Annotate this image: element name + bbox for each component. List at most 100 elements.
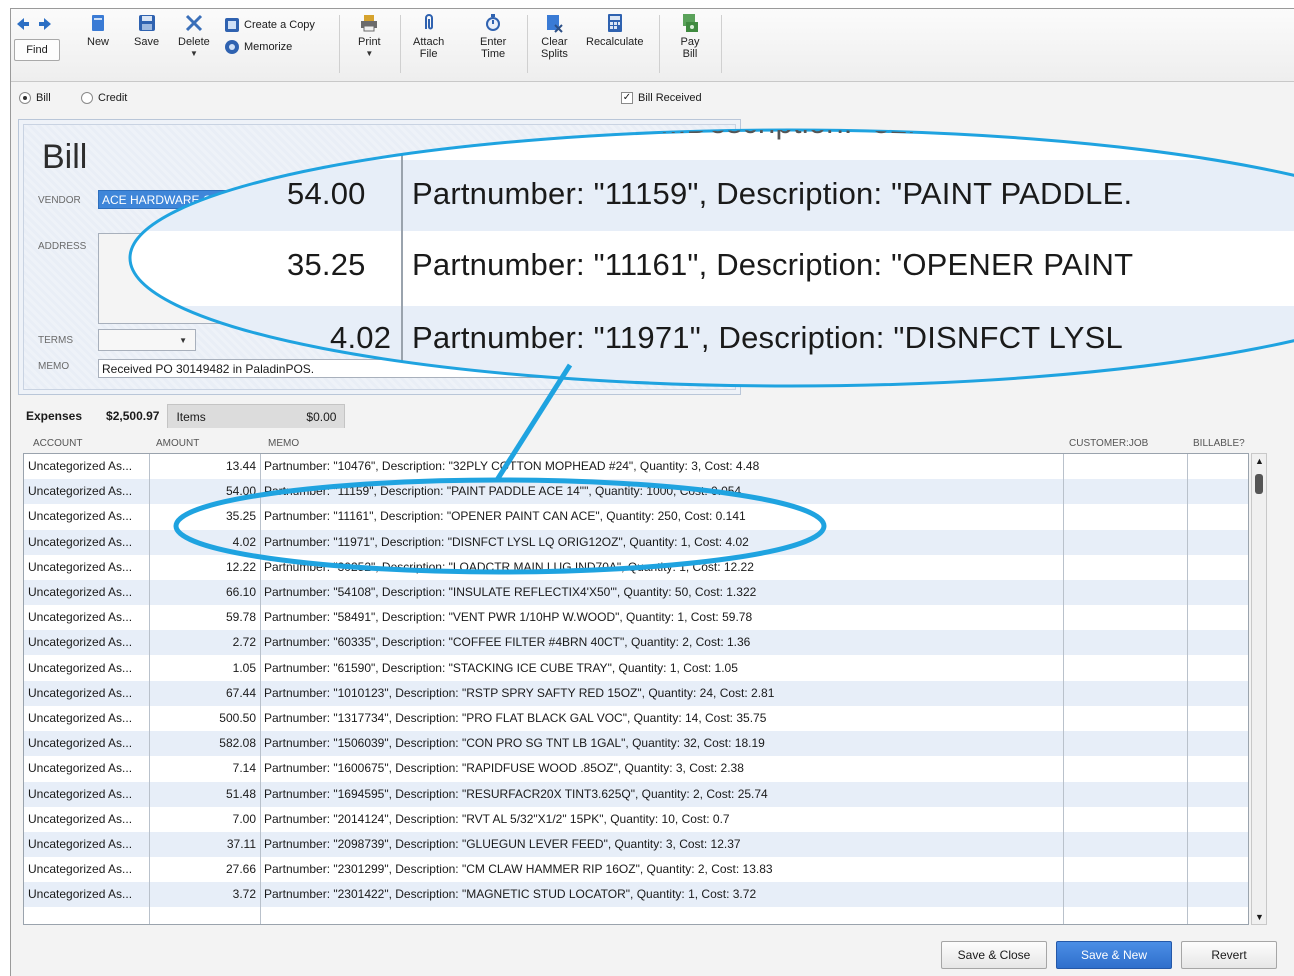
memo-cell[interactable]: Partnumber: "2014124", Description: "RVT… [264,807,1060,832]
memo-cell[interactable]: Partnumber: "2301422", Description: "MAG… [264,882,1060,907]
table-row[interactable]: Uncategorized As... 7.00 Partnumber: "2014… [24,807,1248,832]
amount-cell[interactable]: 67.44 [152,681,256,706]
amount-cell[interactable]: 1.05 [152,656,256,681]
table-row[interactable]: Uncategorized As... 3.72 Partnumber: "2301… [24,882,1248,908]
enter-time-button[interactable]: Enter Time [480,13,506,60]
amount-cell[interactable]: 500.50 [152,706,256,731]
table-row[interactable]: Uncategorized As... 4.02 Partnumber: "1197… [24,529,1248,555]
table-row[interactable]: Uncategorized As... 500.50 Partnumber: "13… [24,706,1248,731]
amount-cell[interactable]: 51.48 [152,782,256,807]
account-cell[interactable]: Uncategorized As... [28,807,146,832]
memo-cell[interactable]: Partnumber: "1317734", Description: "PRO… [264,706,1060,731]
table-row[interactable]: Uncategorized As... 582.08 Partnumber: "15… [24,731,1248,757]
pay-bill-button[interactable]: Pay Bill [680,13,700,60]
table-row[interactable]: Uncategorized As... 37.11 Partnumber: "209… [24,832,1248,857]
memo-cell[interactable]: Partnumber: "1600675", Description: "RAP… [264,756,1060,781]
account-cell[interactable]: Uncategorized As... [28,479,146,504]
table-row[interactable]: Uncategorized As... 12.22 Partnumber: "302… [24,555,1248,580]
memo-cell[interactable]: Partnumber: "1694595", Description: "RES… [264,782,1060,807]
scroll-up-icon[interactable]: ▲ [1255,456,1264,466]
account-cell[interactable]: Uncategorized As... [28,555,146,580]
delete-dropdown-icon[interactable]: ▼ [190,48,198,60]
account-cell[interactable]: Uncategorized As... [28,832,146,857]
attach-file-button[interactable]: Attach File [413,13,444,60]
bill-received-check-icon[interactable]: ✓ [621,92,633,104]
memo-cell[interactable]: Partnumber: "11159", Description: "PAINT… [264,479,1060,504]
tab-items[interactable]: Items $0.00 [167,404,346,428]
amount-cell[interactable]: 66.10 [152,580,256,605]
scroll-down-icon[interactable]: ▼ [1255,912,1264,922]
account-cell[interactable]: Uncategorized As... [28,857,146,882]
memo-cell[interactable]: Partnumber: "10476", Description: "32PLY… [264,454,1060,479]
table-row[interactable]: Uncategorized As... 67.44 Partnumber: "101… [24,680,1248,706]
bill-radio[interactable]: Bill [19,92,51,104]
amount-cell[interactable]: 59.78 [152,605,256,630]
address-field[interactable] [98,233,278,324]
memo-cell[interactable]: Partnumber: "2301299", Description: "CM … [264,857,1060,882]
amount-cell[interactable]: 3.72 [152,882,256,907]
delete-button[interactable]: Delete ▼ [178,13,210,60]
find-button[interactable]: Find [14,39,60,61]
memo-cell[interactable]: Partnumber: "30252", Description: "LOADC… [264,555,1060,580]
amount-cell[interactable]: 35.25 [152,504,256,529]
memo-cell[interactable]: Partnumber: "54108", Description: "INSUL… [264,580,1060,605]
table-row[interactable]: Uncategorized As... 2.72 Partnumber: "6033… [24,630,1248,656]
memo-cell[interactable]: Partnumber: "11971", Description: "DISNF… [264,530,1060,555]
account-cell[interactable]: Uncategorized As... [28,605,146,630]
table-row[interactable]: Uncategorized As... 27.66 Partnumber: "230… [24,857,1248,882]
amount-cell[interactable]: 582.08 [152,731,256,756]
credit-radio-button[interactable] [81,92,93,104]
table-row[interactable]: Uncategorized As... 35.25 Partnumber: "111… [24,504,1248,529]
memo-field[interactable]: Received PO 30149482 in PaladinPOS. [98,359,656,378]
amount-cell[interactable]: 4.02 [152,530,256,555]
grid-scrollbar[interactable]: ▲ ▼ [1251,453,1267,925]
table-row[interactable]: Uncategorized As... 13.44 Partnumber: "104… [24,454,1248,479]
memo-cell[interactable]: Partnumber: "60335", Description: "COFFE… [264,630,1060,655]
memo-cell[interactable]: Partnumber: "1506039", Description: "CON… [264,731,1060,756]
prev-next-arrows-icon[interactable] [17,17,57,31]
amount-cell[interactable]: 7.14 [152,756,256,781]
memo-cell[interactable]: Partnumber: "61590", Description: "STACK… [264,656,1060,681]
amount-cell[interactable]: 12.22 [152,555,256,580]
amount-cell[interactable]: 37.11 [152,832,256,857]
revert-button[interactable]: Revert [1181,941,1277,969]
account-cell[interactable]: Uncategorized As... [28,731,146,756]
account-cell[interactable]: Uncategorized As... [28,630,146,655]
amount-cell[interactable]: 27.66 [152,857,256,882]
new-button[interactable]: New [87,13,109,48]
amount-cell[interactable]: 7.00 [152,807,256,832]
account-cell[interactable]: Uncategorized As... [28,454,146,479]
table-row[interactable]: Uncategorized As... 7.14 Partnumber: "1600… [24,756,1248,781]
clear-splits-button[interactable]: Clear Splits [541,13,568,60]
recalculate-button[interactable]: Recalculate [586,13,643,48]
table-row[interactable]: Uncategorized As... 54.00 Partnumber: "111… [24,479,1248,505]
memorize-button[interactable]: Memorize [224,39,292,55]
scrollbar-thumb[interactable] [1255,474,1263,494]
account-cell[interactable]: Uncategorized As... [28,706,146,731]
print-button[interactable]: Print ▼ [358,13,381,60]
column-header-account[interactable]: ACCOUNT [33,438,82,449]
terms-dropdown[interactable]: ▼ [98,329,196,351]
save-new-button[interactable]: Save & New [1056,941,1172,969]
table-row[interactable]: Uncategorized As... 66.10 Partnumber: "541… [24,580,1248,605]
table-row[interactable]: Uncategorized As... 1.05 Partnumber: "6159… [24,656,1248,681]
account-cell[interactable]: Uncategorized As... [28,782,146,807]
amount-cell[interactable]: 13.44 [152,454,256,479]
bill-received-checkbox[interactable]: ✓ Bill Received [621,92,702,104]
memo-cell[interactable]: Partnumber: "11161", Description: "OPENE… [264,504,1060,529]
column-header-amount[interactable]: AMOUNT [156,438,199,449]
account-cell[interactable]: Uncategorized As... [28,681,146,706]
column-header-memo[interactable]: MEMO [268,438,299,449]
account-cell[interactable]: Uncategorized As... [28,656,146,681]
amount-cell[interactable]: 2.72 [152,630,256,655]
column-header-customer-job[interactable]: CUSTOMER:JOB [1069,438,1148,449]
credit-radio[interactable]: Credit [81,92,127,104]
account-cell[interactable]: Uncategorized As... [28,580,146,605]
table-row[interactable]: Uncategorized As... 51.48 Partnumber: "169… [24,781,1248,807]
amount-cell[interactable]: 54.00 [152,479,256,504]
column-header-billable[interactable]: BILLABLE? [1193,438,1245,449]
bill-radio-button[interactable] [19,92,31,104]
print-dropdown-icon[interactable]: ▼ [365,48,373,60]
memo-cell[interactable]: Partnumber: "2098739", Description: "GLU… [264,832,1060,857]
memo-cell[interactable]: Partnumber: "1010123", Description: "RST… [264,681,1060,706]
